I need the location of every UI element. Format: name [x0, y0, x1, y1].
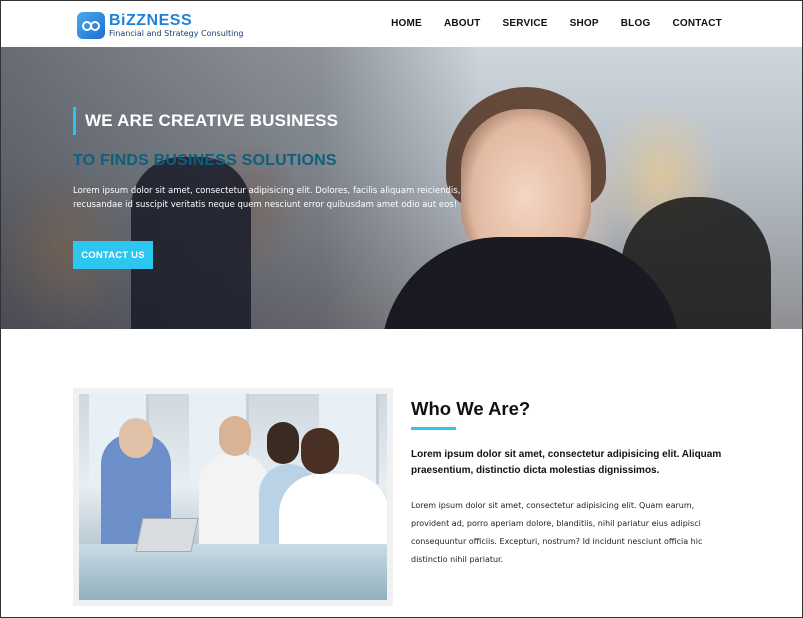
- meeting-photo: [79, 394, 387, 600]
- site-header: BiZZNESS Financial and Strategy Consulti…: [1, 1, 802, 47]
- brand-name: BiZZNESS: [109, 12, 193, 29]
- nav-contact[interactable]: CONTACT: [672, 18, 722, 29]
- nav-service[interactable]: SERVICE: [503, 18, 548, 29]
- nav-about[interactable]: ABOUT: [444, 18, 481, 29]
- hero-title: WE ARE CREATIVE BUSINESS: [73, 107, 493, 135]
- title-underline: [411, 427, 456, 430]
- hero-banner: WE ARE CREATIVE BUSINESS TO FINDS BUSINE…: [1, 47, 802, 329]
- brand-tagline: Financial and Strategy Consulting: [109, 29, 244, 38]
- hero-subtitle: TO FINDS BUSINESS SOLUTIONS: [73, 152, 337, 169]
- about-title: Who We Are?: [411, 398, 531, 419]
- nav-blog[interactable]: BLOG: [621, 18, 651, 29]
- about-text-block: Who We Are? Lorem ipsum dolor sit amet, …: [411, 398, 731, 569]
- about-body: Lorem ipsum dolor sit amet, consectetur …: [411, 501, 703, 564]
- logo-icon: [77, 12, 105, 39]
- main-nav: HOME ABOUT SERVICE SHOP BLOG CONTACT: [369, 18, 722, 29]
- about-image: [73, 388, 393, 606]
- hero-content: WE ARE CREATIVE BUSINESS TO FINDS BUSINE…: [73, 107, 493, 269]
- nav-home[interactable]: HOME: [391, 18, 422, 29]
- nav-shop[interactable]: SHOP: [570, 18, 599, 29]
- contact-us-button[interactable]: CONTACT US: [73, 241, 153, 269]
- hero-text: Lorem ipsum dolor sit amet, consectetur …: [73, 186, 461, 210]
- brand-logo[interactable]: BiZZNESS Financial and Strategy Consulti…: [77, 12, 244, 39]
- about-lead: Lorem ipsum dolor sit amet, consectetur …: [411, 449, 722, 476]
